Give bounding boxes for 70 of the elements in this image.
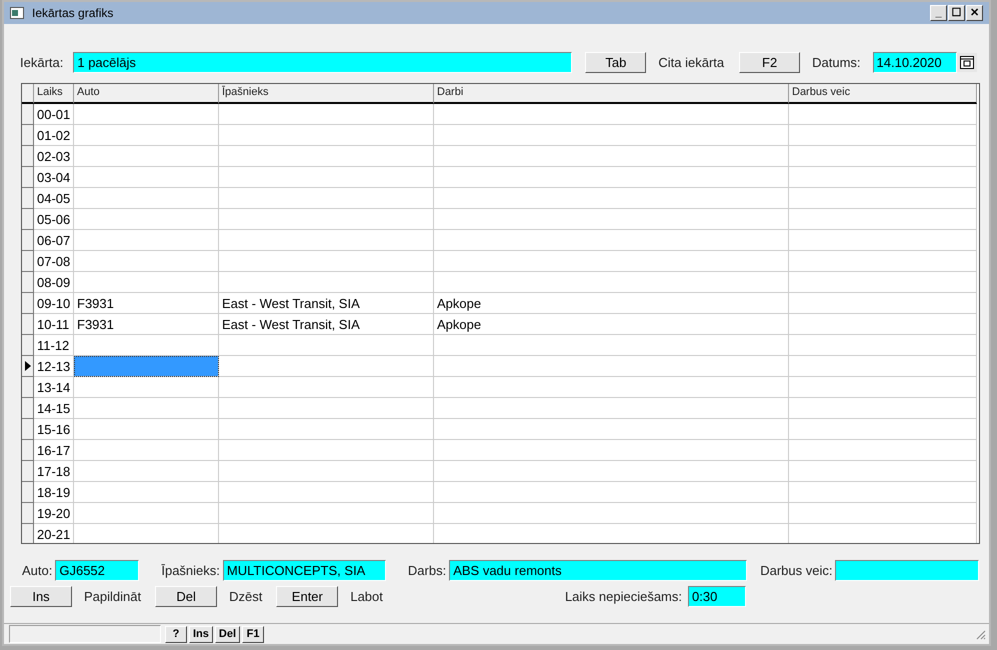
row-indicator[interactable] bbox=[22, 356, 34, 377]
time-cell: 08-09 bbox=[34, 272, 74, 293]
action-label: Labot bbox=[350, 588, 383, 604]
action-button[interactable]: Del bbox=[155, 586, 218, 607]
owner-field[interactable]: MULTICONCEPTS, SIA bbox=[222, 560, 386, 581]
calendar-icon[interactable] bbox=[956, 53, 977, 72]
time-cell: 12-13 bbox=[34, 356, 74, 377]
time-needed-label: Laiks nepieciešams: bbox=[564, 588, 682, 604]
time-cell: 00-01 bbox=[34, 104, 74, 125]
key-button[interactable]: Ins bbox=[189, 626, 213, 642]
window-title: Iekārtas grafiks bbox=[32, 6, 114, 20]
table-cell: Apkope bbox=[434, 314, 789, 335]
time-cell: 03-04 bbox=[34, 166, 74, 188]
time-cell: 07-08 bbox=[34, 250, 74, 272]
worker-field[interactable] bbox=[835, 560, 980, 581]
time-cell: 13-14 bbox=[34, 376, 74, 398]
time-cell: 06-07 bbox=[34, 230, 74, 251]
table-cell: F3931 bbox=[74, 292, 219, 314]
time-needed-field[interactable]: 0:30 bbox=[688, 586, 746, 607]
column-header[interactable]: Laiks bbox=[34, 84, 74, 104]
worker-label: Darbus veic: bbox=[760, 562, 832, 578]
tab-button[interactable]: Tab bbox=[585, 52, 646, 74]
time-cell: 01-02 bbox=[34, 124, 74, 146]
work-field[interactable]: ABS vadu remonts bbox=[449, 560, 748, 581]
table-cell: East - West Transit, SIA bbox=[219, 314, 434, 335]
row-indicator[interactable] bbox=[22, 524, 34, 544]
action-label: Dzēst bbox=[229, 588, 262, 604]
key-button[interactable]: F1 bbox=[242, 626, 264, 642]
time-cell: 16-17 bbox=[34, 440, 74, 461]
current-row-icon bbox=[24, 360, 30, 371]
table-cell: F3931 bbox=[74, 314, 219, 335]
device-label: Iekārta: bbox=[20, 55, 64, 70]
auto-label: Auto: bbox=[22, 562, 52, 578]
table-cell: East - West Transit, SIA bbox=[219, 292, 434, 314]
key-button[interactable]: Del bbox=[214, 626, 240, 642]
time-cell: 19-20 bbox=[34, 502, 74, 524]
time-cell: 05-06 bbox=[34, 208, 74, 230]
resize-grip-icon[interactable] bbox=[974, 628, 986, 640]
column-header[interactable]: Darbi bbox=[434, 84, 789, 104]
time-cell: 09-10 bbox=[34, 292, 74, 314]
time-cell: 11-12 bbox=[34, 334, 74, 356]
header-corner bbox=[22, 84, 34, 104]
table-cell: Apkope bbox=[434, 292, 789, 314]
work-label: Darbs: bbox=[408, 562, 446, 578]
column-header[interactable]: Auto bbox=[74, 84, 219, 104]
close-button[interactable]: ✕ bbox=[966, 5, 983, 21]
other-device-label: Cita iekārta bbox=[658, 55, 724, 70]
action-label: Papildināt bbox=[84, 588, 142, 604]
time-cell: 15-16 bbox=[34, 418, 74, 440]
auto-field[interactable]: GJ6552 bbox=[55, 560, 140, 581]
time-cell: 04-05 bbox=[34, 188, 74, 209]
time-cell: 18-19 bbox=[34, 482, 74, 503]
action-button[interactable]: Ins bbox=[10, 586, 72, 607]
date-field[interactable]: 14.10.2020 bbox=[872, 52, 957, 74]
owner-label: Īpašnieks: bbox=[161, 562, 220, 578]
key-button[interactable]: ? bbox=[165, 626, 187, 642]
f2-button[interactable]: F2 bbox=[739, 52, 800, 74]
row-indicator[interactable] bbox=[22, 104, 34, 125]
column-header[interactable]: Darbus veic bbox=[789, 84, 977, 104]
maximize-button[interactable]: ☐ bbox=[948, 5, 965, 21]
device-field[interactable]: 1 pacēlājs bbox=[73, 52, 572, 74]
minimize-button[interactable]: _ bbox=[930, 5, 947, 21]
app-icon bbox=[10, 7, 24, 19]
time-cell: 17-18 bbox=[34, 460, 74, 482]
time-cell: 10-11 bbox=[34, 314, 74, 335]
column-header[interactable]: Īpašnieks bbox=[219, 84, 434, 104]
time-cell: 02-03 bbox=[34, 146, 74, 167]
date-label: Datums: bbox=[812, 55, 861, 70]
action-button[interactable]: Enter bbox=[276, 586, 338, 607]
time-cell: 14-15 bbox=[34, 398, 74, 419]
